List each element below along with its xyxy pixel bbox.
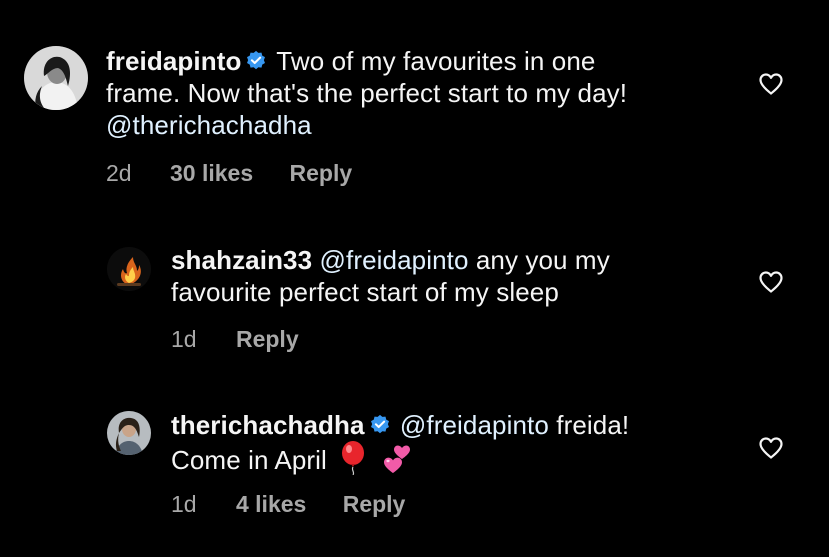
likes-count[interactable]: 4 likes	[236, 490, 306, 518]
heart-outline-icon[interactable]	[758, 72, 784, 96]
heart-outline-icon[interactable]	[758, 270, 784, 294]
comment-text: favourite perfect start of my sleep	[171, 277, 559, 307]
avatar[interactable]	[107, 247, 151, 291]
two-hearts-emoji	[382, 443, 414, 482]
comment-time: 1d	[171, 491, 197, 517]
verified-badge-icon	[369, 414, 391, 436]
reply-button[interactable]: Reply	[343, 490, 406, 518]
comment-text: Two of my favourites in one	[276, 46, 596, 76]
mention-link[interactable]: @freidapinto	[320, 245, 469, 275]
avatar-photo	[24, 46, 88, 110]
verified-badge-icon	[245, 50, 267, 72]
avatar-photo	[107, 411, 151, 455]
mention-link[interactable]: @therichachadha	[106, 109, 746, 141]
avatar[interactable]	[24, 46, 88, 110]
comment-text: Come in April	[171, 445, 327, 475]
heart-outline-icon[interactable]	[758, 436, 784, 460]
comment-username[interactable]: therichachadha	[171, 410, 365, 440]
comment-username[interactable]: shahzain33	[171, 245, 312, 275]
likes-count[interactable]: 30 likes	[170, 159, 253, 187]
avatar[interactable]	[107, 411, 151, 455]
comment-username[interactable]: freidapinto	[106, 46, 241, 76]
comment-time: 2d	[106, 160, 132, 186]
mention-link[interactable]: @freidapinto	[400, 410, 549, 440]
comment-text: freida!	[556, 410, 630, 440]
balloon-emoji	[340, 441, 366, 482]
reply-button[interactable]: Reply	[290, 159, 353, 187]
comment-time: 1d	[171, 326, 197, 352]
comment-text: any you my	[475, 245, 610, 275]
avatar-photo	[107, 247, 151, 291]
reply-button[interactable]: Reply	[236, 325, 299, 353]
comment-text: frame. Now that's the perfect start to m…	[106, 78, 628, 108]
